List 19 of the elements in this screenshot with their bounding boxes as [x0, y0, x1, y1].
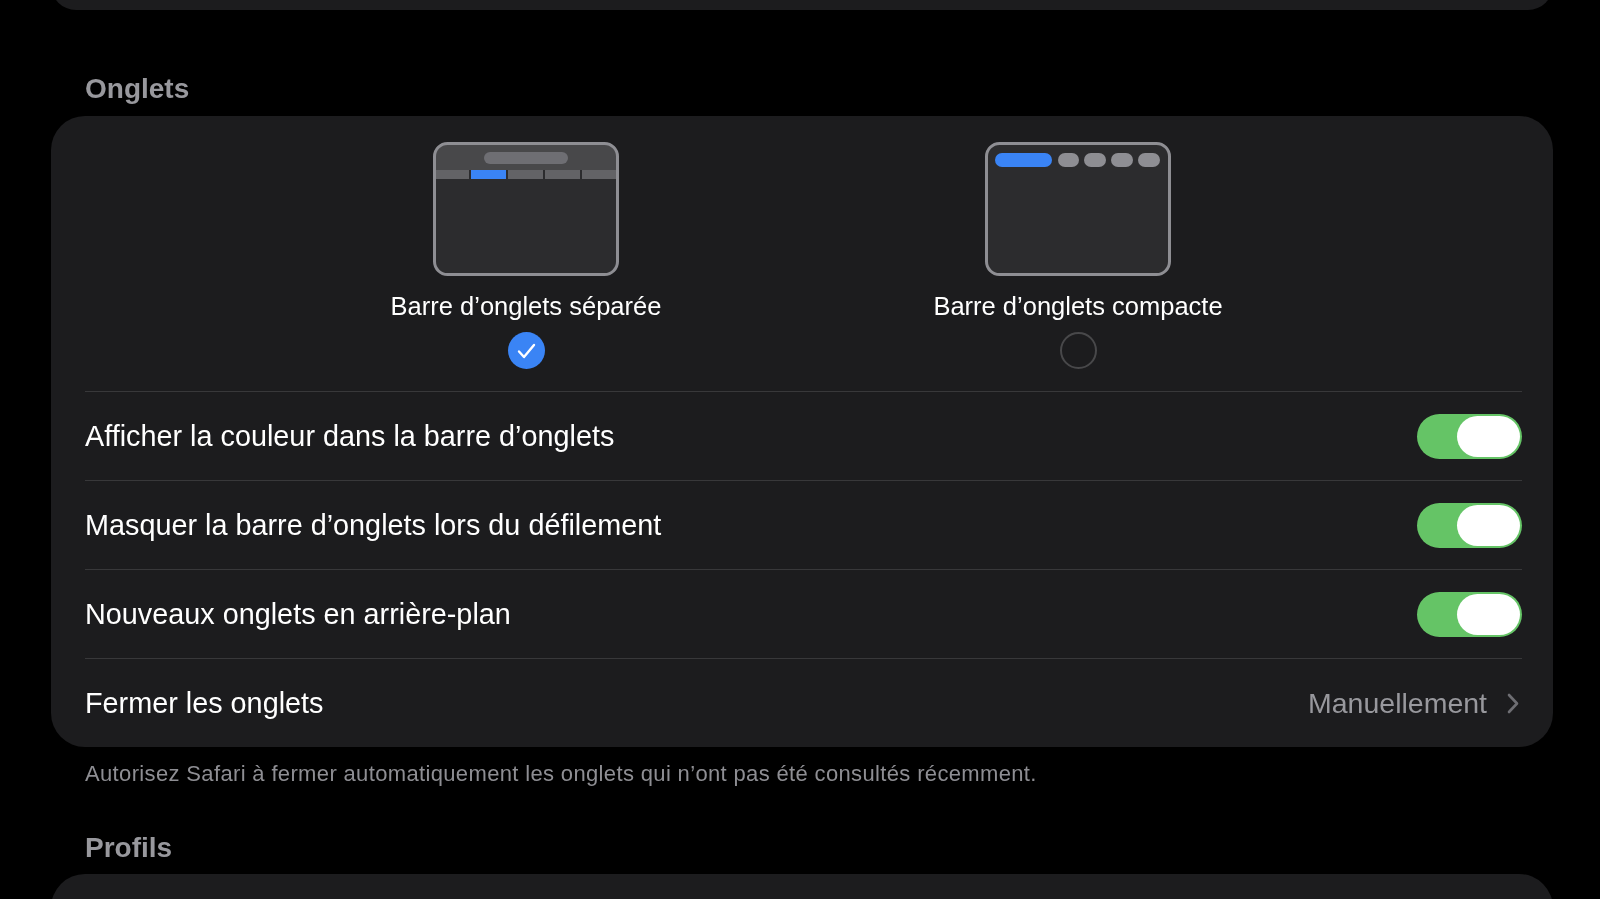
setting-label: Fermer les onglets [85, 686, 324, 720]
setting-label: Nouveaux onglets en arrière-plan [85, 597, 511, 631]
setting-label: Afficher la couleur dans la barre d’onglets [85, 419, 615, 453]
chevron-right-icon [1507, 692, 1519, 714]
option-label: Barre d’onglets compacte [933, 291, 1223, 321]
footer-note: Autorisez Safari à fermer automatiquement les onglets qui n’ont pas été consultés récemment. [85, 761, 1037, 787]
section-header: Profils [85, 832, 173, 864]
setting-label: Masquer la barre d’onglets lors du défilement [85, 508, 662, 542]
toggle-switch[interactable] [1417, 502, 1522, 548]
radio-button[interactable] [507, 332, 545, 369]
option-label: Barre d’onglets séparée [390, 291, 662, 321]
browser-window-illustration[interactable] [433, 142, 619, 276]
toggle-switch[interactable] [1417, 591, 1522, 637]
section-header: Onglets [85, 73, 190, 105]
setting-value[interactable]: Manuellement [1308, 686, 1487, 720]
browser-window-illustration[interactable] [985, 142, 1171, 276]
toggle-switch[interactable] [1417, 413, 1522, 459]
radio-button[interactable] [1059, 332, 1097, 369]
checkmark-icon [516, 342, 536, 359]
